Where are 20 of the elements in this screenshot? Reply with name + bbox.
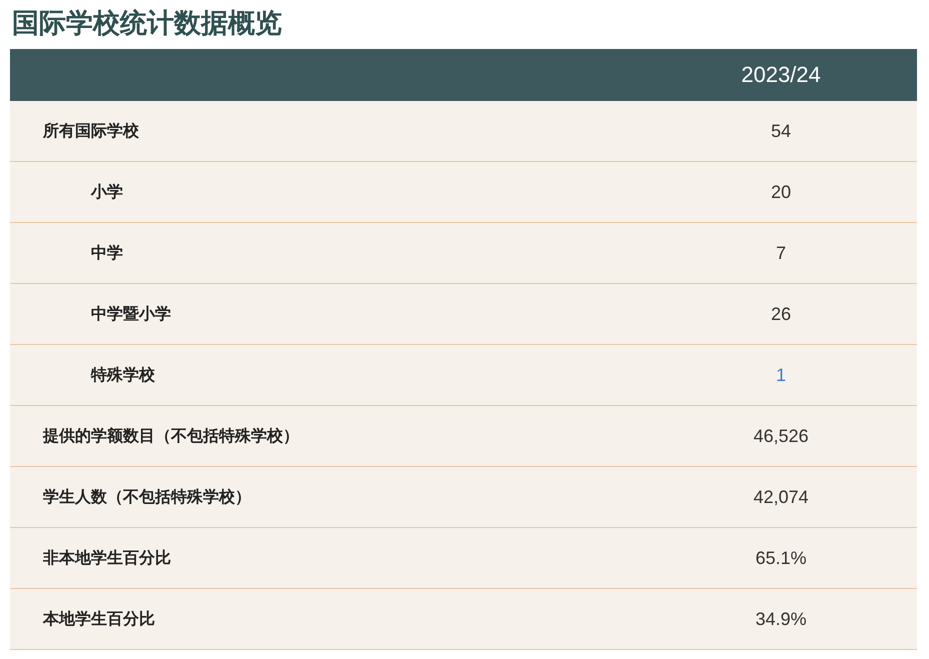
table-cell: 20	[770, 182, 792, 202]
table-cell: 54	[770, 120, 792, 140]
table-cell: 7	[776, 242, 786, 262]
column-header: 2023/24	[740, 62, 822, 88]
page-title: 国际学校统计数据概览	[12, 7, 283, 41]
row-label: 中学暨小学	[91, 304, 171, 322]
row-label: 非本地学生百分比	[43, 548, 171, 566]
row-label: 学生人数（不包括特殊学校）	[43, 486, 251, 506]
row-label: 小学	[91, 182, 123, 200]
table-cell: 42,074	[753, 486, 809, 506]
table-cell: 26	[770, 304, 792, 324]
row-label: 提供的学额数目（不包括特殊学校）	[43, 426, 299, 444]
table-cell: 46,526	[753, 426, 809, 446]
table-cell: 34.9%	[755, 608, 807, 628]
value-link[interactable]: 1	[776, 364, 786, 384]
row-label: 本地学生百分比	[43, 608, 155, 628]
row-label: 中学	[91, 242, 123, 262]
row-label: 特殊学校	[91, 364, 155, 384]
row-label: 所有国际学校	[43, 120, 139, 140]
table-cell: 65.1%	[755, 548, 807, 568]
